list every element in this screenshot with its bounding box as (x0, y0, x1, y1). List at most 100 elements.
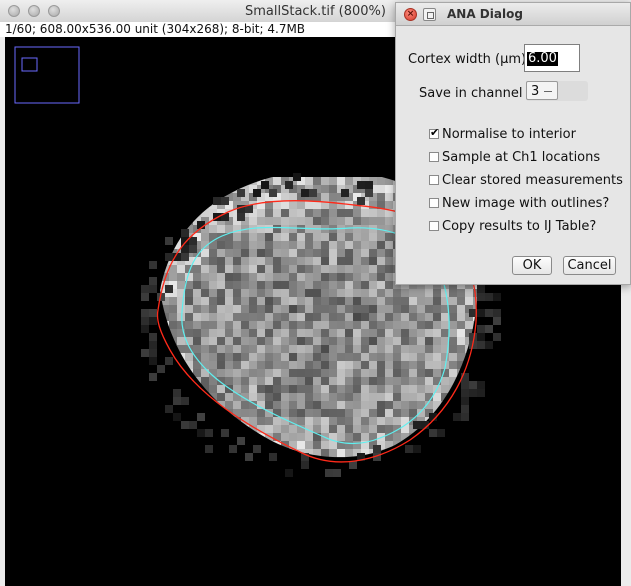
image-pixel (225, 369, 233, 377)
image-pixel (225, 305, 233, 313)
image-pixel (201, 209, 209, 217)
checkbox-label-new-image-outlines[interactable]: New image with outlines? (442, 196, 609, 211)
image-pixel (249, 377, 257, 385)
checkbox-clear-measurements[interactable] (429, 175, 439, 185)
image-pixel (385, 289, 393, 297)
image-pixel (225, 313, 233, 321)
checkbox-new-image-outlines[interactable] (429, 198, 439, 208)
image-pixel (273, 313, 281, 321)
checkbox-label-sample-ch1[interactable]: Sample at Ch1 locations (442, 150, 600, 165)
haze-pixel (357, 181, 365, 189)
image-pixel (145, 209, 153, 217)
save-channel-select[interactable]: 3 (526, 81, 588, 101)
haze-pixel (477, 293, 485, 301)
image-pixel (273, 289, 281, 297)
image-pixel (369, 257, 377, 265)
image-pixel (353, 369, 361, 377)
image-pixel (201, 257, 209, 265)
image-pixel (209, 265, 217, 273)
haze-pixel (477, 285, 485, 293)
image-pixel (257, 217, 265, 225)
image-pixel (441, 457, 449, 458)
image-pixel (361, 297, 369, 305)
image-pixel (289, 361, 297, 369)
image-pixel (441, 473, 449, 481)
checkbox-copy-results[interactable] (429, 221, 439, 231)
image-pixel (425, 313, 433, 321)
image-pixel (329, 417, 337, 425)
image-pixel (457, 353, 465, 361)
image-pixel (161, 313, 169, 321)
image-pixel (305, 385, 313, 393)
image-pixel (345, 305, 353, 313)
image-pixel (345, 297, 353, 305)
image-pixel (417, 473, 425, 481)
image-pixel (201, 337, 209, 345)
image-pixel (185, 465, 193, 473)
image-pixel (265, 313, 273, 321)
image-pixel (417, 457, 425, 458)
image-pixel (289, 233, 297, 241)
checkbox-label-normalise[interactable]: Normalise to interior (442, 127, 576, 142)
image-pixel (160, 209, 161, 217)
image-pixel (297, 209, 305, 217)
image-pixel (297, 321, 305, 329)
image-pixel (289, 201, 297, 209)
image-pixel (353, 241, 361, 249)
minimize-icon[interactable] (423, 8, 436, 21)
image-pixel (481, 409, 489, 417)
image-pixel (161, 417, 169, 425)
image-pixel (297, 441, 305, 449)
image-pixel (225, 361, 233, 369)
checkbox-normalise[interactable]: ✔ (429, 126, 439, 139)
image-pixel (233, 257, 241, 265)
image-pixel (465, 449, 473, 457)
image-pixel (281, 353, 289, 361)
image-pixel (249, 289, 257, 297)
image-pixel (201, 377, 209, 385)
image-pixel (417, 377, 425, 385)
image-pixel (209, 417, 217, 425)
image-pixel (361, 233, 369, 241)
image-pixel (297, 345, 305, 353)
image-pixel (329, 361, 337, 369)
image-pixel (321, 217, 329, 225)
haze-pixel (237, 213, 245, 221)
image-pixel (345, 417, 353, 425)
image-pixel (241, 281, 249, 289)
image-pixel (353, 361, 361, 369)
cancel-button[interactable]: Cancel (563, 256, 616, 275)
image-pixel (441, 353, 449, 361)
cortex-width-input[interactable]: 6.00 (524, 44, 580, 72)
image-pixel (329, 233, 337, 241)
image-pixel (481, 417, 489, 425)
image-pixel (361, 289, 369, 297)
close-icon[interactable]: × (404, 8, 417, 21)
haze-pixel (469, 389, 477, 397)
image-pixel (321, 297, 329, 305)
image-pixel (401, 289, 409, 297)
image-pixel (145, 385, 153, 393)
channel-select-box[interactable]: 3 (526, 81, 558, 100)
checkbox-label-copy-results[interactable]: Copy results to IJ Table? (442, 219, 596, 234)
image-pixel (281, 281, 289, 289)
image-pixel (385, 345, 393, 353)
image-pixel (329, 273, 337, 281)
checkbox-sample-ch1[interactable] (429, 152, 439, 162)
image-pixel (433, 449, 441, 457)
image-pixel (169, 433, 177, 441)
image-pixel (337, 273, 345, 281)
navigator-view-box[interactable] (21, 57, 38, 72)
image-pixel (265, 337, 273, 345)
image-pixel (305, 289, 313, 297)
image-pixel (225, 265, 233, 273)
dialog-titlebar[interactable]: × ANA Dialog (396, 3, 630, 26)
image-pixel (209, 345, 217, 353)
ok-button[interactable]: OK (512, 256, 552, 275)
haze-pixel (341, 189, 349, 197)
image-pixel (425, 385, 433, 393)
image-pixel (289, 321, 297, 329)
image-pixel (289, 377, 297, 385)
image-pixel (169, 209, 177, 217)
checkbox-label-clear-measurements[interactable]: Clear stored measurements (442, 173, 623, 188)
